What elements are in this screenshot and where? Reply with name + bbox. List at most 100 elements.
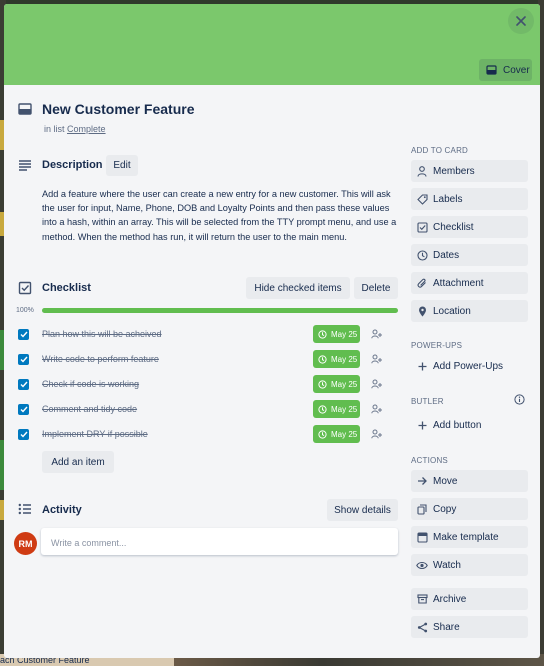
attachment-label: Attachment [433,277,484,289]
eye-icon [411,561,433,570]
plus-icon [411,421,433,430]
add-power-ups-label: Add Power-Ups [433,360,504,372]
checklist-icon [411,221,433,233]
cover-button[interactable]: Cover [479,59,532,81]
add-to-card-heading: ADD TO CARD [411,146,469,155]
clock-icon [318,329,327,339]
share-button[interactable]: Share [411,616,528,638]
person-icon [411,165,433,177]
make-template-label: Make template [433,531,499,543]
due-date-text: May 25 [331,329,358,339]
checklist-progress-percent: 100% [16,307,34,314]
checklist-section-icon [18,281,32,295]
description-icon [18,159,32,173]
assign-member-button[interactable] [368,401,384,417]
in-list-line: in list Complete [44,124,106,134]
assign-member-button[interactable] [368,376,384,392]
watch-button[interactable]: Watch [411,554,528,576]
checklist-item-checkbox[interactable] [18,429,29,440]
attachment-button[interactable]: Attachment [411,272,528,294]
info-icon[interactable] [514,394,525,405]
add-member-icon [370,354,382,364]
move-label: Move [433,475,458,487]
archive-button[interactable]: Archive [411,588,528,610]
location-label: Location [433,305,471,317]
due-date-badge[interactable]: May 25 [313,375,360,393]
make-template-button[interactable]: Make template [411,526,528,548]
due-date-badge[interactable]: May 25 [313,425,360,443]
checklist-label: Checklist [433,221,474,233]
due-date-badge[interactable]: May 25 [313,350,360,368]
in-list-prefix: in list [44,124,65,134]
move-button[interactable]: Move [411,470,528,492]
checklist-item[interactable]: Write code to perform feature May 25 [16,350,402,370]
share-icon [411,622,433,633]
close-icon [516,16,526,26]
location-button[interactable]: Location [411,300,528,322]
copy-label: Copy [433,503,457,515]
clock-icon [318,379,327,389]
card-icon [486,65,497,75]
hide-checked-items-button[interactable]: Hide checked items [246,277,350,299]
add-power-ups-button[interactable]: Add Power-Ups [411,355,528,377]
checklist-heading[interactable]: Checklist [42,282,91,294]
checklist-item[interactable]: Plan how this will be acheived May 25 [16,325,402,345]
archive-label: Archive [433,593,467,605]
checklist-item[interactable]: Comment and tidy code May 25 [16,400,402,420]
checklist-item[interactable]: Implement DRY if possible May 25 [16,425,402,445]
due-date-text: May 25 [331,404,358,414]
dates-button[interactable]: Dates [411,244,528,266]
add-member-icon [370,329,382,339]
assign-member-button[interactable] [368,326,384,342]
due-date-text: May 25 [331,429,358,439]
add-member-icon [370,404,382,414]
activity-icon [18,503,32,517]
checklist-item-checkbox[interactable] [18,354,29,365]
members-button[interactable]: Members [411,160,528,182]
assign-member-button[interactable] [368,426,384,442]
checklist-item-checkbox[interactable] [18,379,29,390]
card-title[interactable]: New Customer Feature [42,101,194,117]
clock-icon [318,354,327,364]
card-detail-modal: Cover New Customer Feature in list Compl… [4,4,540,658]
checklist-item-text[interactable]: Plan how this will be acheived [42,329,162,339]
copy-button[interactable]: Copy [411,498,528,520]
description-heading: Description [42,159,103,171]
show-details-button[interactable]: Show details [327,499,398,521]
share-label: Share [433,621,460,633]
description-text[interactable]: Add a feature where the user can create … [42,187,398,244]
due-date-badge[interactable]: May 25 [313,325,360,343]
template-icon [411,531,433,543]
due-date-badge[interactable]: May 25 [313,400,360,418]
labels-button[interactable]: Labels [411,188,528,210]
actions-heading: ACTIONS [411,456,448,465]
clock-icon [411,249,433,261]
assign-member-button[interactable] [368,351,384,367]
checklist-item-text[interactable]: Write code to perform feature [42,354,159,364]
comment-input[interactable]: Write a comment... [41,528,398,555]
checklist-item-text[interactable]: Implement DRY if possible [42,429,148,439]
add-member-icon [370,379,382,389]
delete-checklist-button[interactable]: Delete [354,277,398,299]
checklist-button[interactable]: Checklist [411,216,528,238]
list-name-link[interactable]: Complete [67,124,106,134]
add-butler-button[interactable]: Add button [411,414,528,436]
edit-description-button[interactable]: Edit [106,155,138,176]
checklist-item-checkbox[interactable] [18,404,29,415]
add-button-label: Add button [433,419,482,431]
card-cover [4,4,540,85]
checklist-item[interactable]: Check if code is working May 25 [16,375,402,395]
avatar[interactable]: RM [14,532,37,555]
checklist-item-checkbox[interactable] [18,329,29,340]
power-ups-heading: POWER-UPS [411,341,463,350]
members-label: Members [433,165,475,177]
clock-icon [318,429,327,439]
checklist-item-text[interactable]: Check if code is working [42,379,139,389]
cover-button-label: Cover [503,64,530,76]
checklist-item-text[interactable]: Comment and tidy code [42,404,137,414]
close-button[interactable] [508,8,534,34]
tag-icon [411,193,433,205]
due-date-text: May 25 [331,354,358,364]
add-checklist-item-button[interactable]: Add an item [42,451,114,473]
paperclip-icon [411,278,433,289]
